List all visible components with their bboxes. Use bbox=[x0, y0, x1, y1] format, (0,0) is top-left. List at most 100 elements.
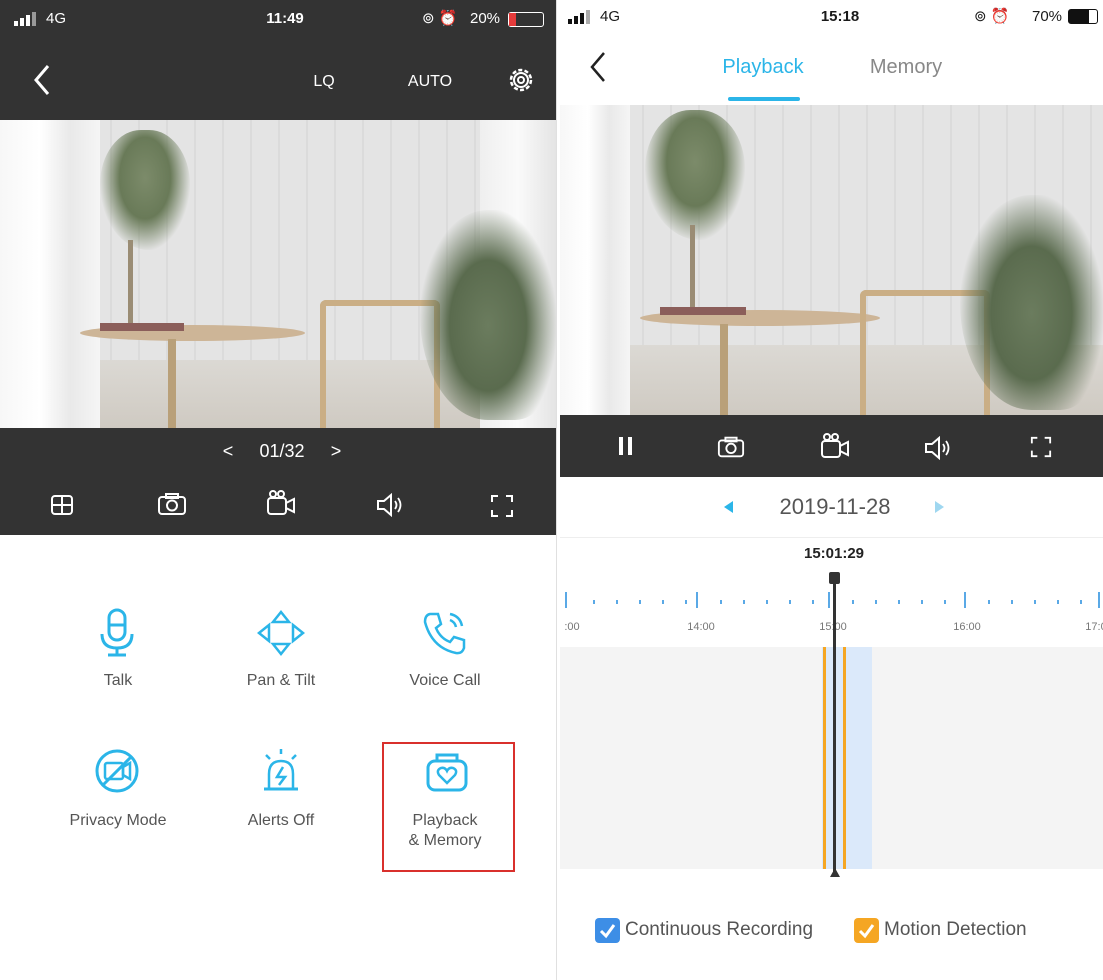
tick-minor bbox=[616, 600, 618, 604]
tick-minor bbox=[852, 600, 854, 604]
tick-label: 17:0 bbox=[1085, 621, 1103, 633]
curtain-left bbox=[0, 120, 100, 428]
vase bbox=[128, 240, 133, 330]
grid-view-icon[interactable] bbox=[51, 495, 73, 515]
plant-right bbox=[960, 195, 1103, 410]
plant-right bbox=[420, 210, 556, 420]
tick-minor bbox=[639, 600, 641, 604]
tick-label: 14:00 bbox=[687, 621, 715, 633]
book bbox=[660, 307, 746, 315]
gear-icon[interactable] bbox=[505, 64, 537, 96]
tab-indicator bbox=[728, 97, 800, 101]
speaker-icon[interactable] bbox=[375, 493, 405, 517]
tick-minor bbox=[875, 600, 877, 604]
speaker-icon[interactable] bbox=[923, 436, 953, 460]
network-label: 4G bbox=[600, 8, 621, 25]
pager-label: 01/32 bbox=[259, 441, 305, 461]
signal-icon bbox=[568, 10, 590, 24]
tick-minor bbox=[921, 600, 923, 604]
privacy-mode-label[interactable]: Privacy Mode bbox=[70, 811, 167, 831]
playhead-base bbox=[830, 868, 840, 877]
tick-label: 16:00 bbox=[953, 621, 981, 633]
playback-label-2[interactable]: & Memory bbox=[409, 831, 482, 851]
tick-major bbox=[696, 592, 698, 608]
pause-icon[interactable] bbox=[619, 437, 633, 455]
book bbox=[100, 323, 184, 331]
camera-feed[interactable] bbox=[0, 120, 556, 428]
tab-playback[interactable]: Playback bbox=[722, 56, 803, 79]
pager-next[interactable]: > bbox=[331, 441, 342, 462]
status-time: 11:49 bbox=[266, 10, 304, 27]
tick-major bbox=[828, 592, 830, 608]
privacy-mode-icon[interactable] bbox=[94, 748, 140, 794]
alerts-off-label[interactable]: Alerts Off bbox=[248, 811, 314, 831]
tick-minor bbox=[1057, 600, 1059, 604]
curtain-left bbox=[560, 105, 630, 415]
tab-memory[interactable]: Memory bbox=[870, 56, 942, 79]
tick-major bbox=[964, 592, 966, 608]
motion-label[interactable]: Motion Detection bbox=[884, 919, 1027, 941]
date-divider bbox=[560, 537, 1103, 538]
playback-memory-icon[interactable] bbox=[425, 752, 469, 792]
tick-minor bbox=[766, 600, 768, 604]
tick-minor bbox=[812, 600, 814, 604]
network-label: 4G bbox=[46, 10, 67, 27]
quality-button[interactable]: LQ bbox=[313, 73, 334, 91]
table-leg bbox=[168, 339, 176, 428]
tick-minor bbox=[662, 600, 664, 604]
tick-minor bbox=[1011, 600, 1013, 604]
prev-date-icon[interactable] bbox=[724, 501, 734, 513]
signal-icon bbox=[14, 12, 36, 26]
camera-icon[interactable] bbox=[717, 436, 745, 458]
table-leg bbox=[720, 324, 728, 415]
continuous-label[interactable]: Continuous Recording bbox=[625, 919, 813, 941]
back-icon[interactable] bbox=[32, 64, 52, 96]
playhead-handle[interactable] bbox=[829, 572, 840, 584]
motion-checkbox[interactable] bbox=[854, 918, 879, 943]
record-icon[interactable] bbox=[266, 490, 296, 516]
tick-label: :00 bbox=[564, 621, 580, 633]
alarm-light-icon[interactable] bbox=[260, 748, 302, 794]
pan-tilt-icon[interactable] bbox=[257, 610, 305, 656]
battery-icon bbox=[508, 12, 544, 27]
voice-call-label[interactable]: Voice Call bbox=[409, 671, 480, 691]
current-time: 15:01:29 bbox=[803, 545, 865, 562]
date-label: 2019-11-28 bbox=[779, 494, 891, 519]
tick-minor bbox=[685, 600, 687, 604]
tick-minor bbox=[1034, 600, 1036, 604]
alarm-icon: ⊚ ⏰ bbox=[974, 8, 1010, 25]
playback-screen: 4G 15:18 ⊚ ⏰ 70% Playback Memory 2019-11… bbox=[560, 0, 1103, 980]
continuous-checkbox[interactable] bbox=[595, 918, 620, 943]
tick-minor bbox=[898, 600, 900, 604]
record-icon[interactable] bbox=[820, 433, 850, 459]
continuous-segment[interactable] bbox=[822, 647, 872, 869]
back-icon[interactable] bbox=[588, 51, 608, 83]
tick-minor bbox=[1080, 600, 1082, 604]
pan-tilt-label[interactable]: Pan & Tilt bbox=[247, 671, 315, 691]
playback-feed[interactable] bbox=[560, 105, 1103, 415]
voice-call-icon[interactable] bbox=[422, 610, 468, 656]
playhead-line[interactable] bbox=[833, 578, 836, 874]
battery-icon bbox=[1068, 9, 1098, 24]
status-time: 15:18 bbox=[820, 8, 860, 25]
fullscreen-icon[interactable] bbox=[490, 494, 514, 518]
motion-marker[interactable] bbox=[843, 647, 846, 869]
battery-percent: 20% bbox=[470, 10, 501, 27]
check-icon bbox=[858, 924, 875, 939]
tick-minor bbox=[743, 600, 745, 604]
tick-minor bbox=[789, 600, 791, 604]
tick-minor bbox=[593, 600, 595, 604]
talk-label[interactable]: Talk bbox=[104, 671, 132, 691]
live-view-screen: 4G 11:49 ⊚ ⏰ 20% LQ AUTO < 01/32 > Talk … bbox=[0, 0, 556, 980]
microphone-icon[interactable] bbox=[98, 608, 136, 658]
camera-icon[interactable] bbox=[157, 493, 187, 515]
auto-button[interactable]: AUTO bbox=[408, 73, 452, 91]
tick-major bbox=[1098, 592, 1100, 608]
fullscreen-icon[interactable] bbox=[1030, 436, 1052, 458]
motion-marker[interactable] bbox=[823, 647, 826, 869]
next-date-icon[interactable] bbox=[934, 501, 944, 513]
playback-label-1[interactable]: Playback bbox=[413, 811, 478, 831]
pager-prev[interactable]: < bbox=[223, 441, 234, 462]
tick-minor bbox=[988, 600, 990, 604]
check-icon bbox=[599, 924, 616, 939]
